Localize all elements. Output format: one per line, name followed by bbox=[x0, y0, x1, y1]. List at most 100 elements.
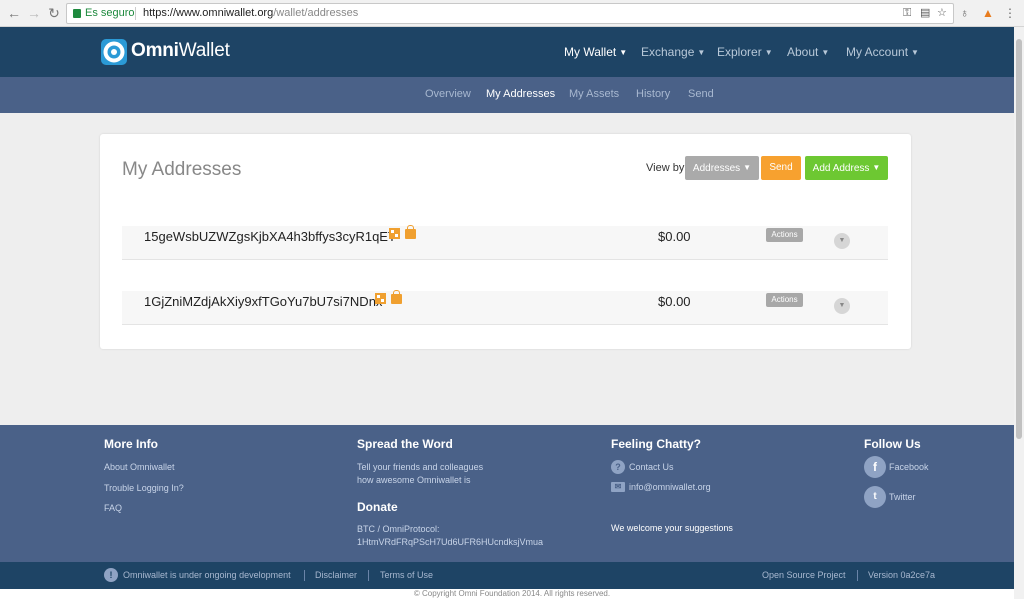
chevron-down-icon: ▼ bbox=[743, 163, 752, 172]
nav-exchange[interactable]: Exchange ▼ bbox=[641, 45, 705, 59]
chevron-down-icon: ▼ bbox=[911, 48, 919, 57]
add-address-button[interactable]: Add Address ▼ bbox=[805, 156, 888, 180]
expand-chevron-icon[interactable]: ▼ bbox=[834, 298, 850, 314]
footer-heading: Spread the Word bbox=[357, 437, 453, 451]
page-title: My Addresses bbox=[122, 159, 242, 180]
footer-heading: Follow Us bbox=[864, 437, 921, 451]
address-text: 1GjZniMZdjAkXiy9xfTGoYu7bU7si7NDnx bbox=[144, 294, 383, 309]
about-link[interactable]: About Omniwallet bbox=[104, 462, 175, 472]
footer-heading: Donate bbox=[357, 500, 398, 514]
address-balance: $0.00 bbox=[658, 229, 691, 244]
brand-name[interactable]: OmniWallet bbox=[131, 40, 230, 62]
sub-navbar: Overview My Addresses My Assets History … bbox=[0, 77, 1024, 113]
key-icon[interactable]: ⚿ bbox=[903, 4, 911, 23]
spread-text-line2[interactable]: how awesome Omniwallet is bbox=[357, 475, 471, 485]
secure-label: Es seguro bbox=[85, 7, 135, 19]
divider bbox=[304, 570, 305, 581]
suggestions-text: We welcome your suggestions bbox=[611, 523, 733, 533]
lock-icon[interactable] bbox=[391, 290, 402, 304]
address-balance: $0.00 bbox=[658, 294, 691, 309]
chevron-down-icon: ▼ bbox=[619, 48, 628, 57]
divider bbox=[857, 570, 858, 581]
address-bar[interactable]: Es seguro https://www.omniwallet.org/wal… bbox=[66, 3, 954, 24]
subnav-history[interactable]: History bbox=[636, 88, 670, 100]
metamask-icon[interactable]: ▲ bbox=[982, 5, 994, 21]
address-row: 1GjZniMZdjAkXiy9xfTGoYu7bU7si7NDnx $0.00… bbox=[122, 290, 888, 325]
top-navbar: OmniWallet My Wallet ▼ Exchange ▼ Explorer… bbox=[0, 27, 1024, 77]
donate-address-link[interactable]: 1HtmVRdFRqPScH7Ud6UFR6HUcndksjVmua bbox=[357, 537, 543, 547]
envelope-icon: ✉ bbox=[611, 482, 625, 492]
star-icon[interactable]: ☆ bbox=[937, 4, 947, 23]
brand-name-rest: Wallet bbox=[178, 40, 230, 61]
send-button[interactable]: Send bbox=[761, 156, 801, 180]
nav-label: Explorer bbox=[717, 45, 762, 59]
footer-chatty: Feeling Chatty? bbox=[611, 437, 701, 451]
nav-my-wallet[interactable]: My Wallet ▼ bbox=[564, 45, 627, 59]
facebook-icon[interactable]: f bbox=[864, 456, 886, 478]
nav-label: Exchange bbox=[641, 45, 695, 59]
twitter-link[interactable]: Twitter bbox=[889, 492, 916, 502]
address-row: 15geWsbUZWZgsKjbXA4h3bffys3cyR1qET $0.00… bbox=[122, 225, 888, 260]
footer-follow: Follow Us bbox=[864, 437, 921, 451]
twitter-icon[interactable]: t bbox=[864, 486, 886, 508]
url-path: /wallet/addresses bbox=[273, 7, 359, 19]
donate-label: BTC / OmniProtocol: bbox=[357, 524, 440, 534]
actions-button[interactable]: Actions bbox=[766, 293, 803, 307]
actions-button[interactable]: Actions bbox=[766, 228, 803, 242]
page-scrollbar[interactable] bbox=[1014, 27, 1024, 599]
nav-label: My Wallet bbox=[564, 45, 617, 59]
chevron-down-icon: ▼ bbox=[764, 48, 773, 57]
forward-icon[interactable]: → bbox=[26, 5, 42, 21]
nav-about[interactable]: About ▼ bbox=[787, 45, 829, 59]
terms-link[interactable]: Terms of Use bbox=[380, 570, 433, 580]
translate-icon[interactable]: ▤ bbox=[920, 4, 930, 23]
lock-icon bbox=[73, 9, 81, 18]
qr-code-icon[interactable] bbox=[389, 228, 400, 239]
chevron-down-icon: ▼ bbox=[872, 163, 881, 172]
view-by-dropdown[interactable]: Addresses ▼ bbox=[685, 156, 759, 180]
footer-donate: Donate bbox=[357, 500, 398, 514]
nav-explorer[interactable]: Explorer ▼ bbox=[717, 45, 773, 59]
subnav-my-addresses[interactable]: My Addresses bbox=[486, 88, 555, 100]
subnav-my-assets[interactable]: My Assets bbox=[569, 88, 619, 100]
faq-link[interactable]: FAQ bbox=[104, 503, 122, 513]
brand-name-bold: Omni bbox=[131, 40, 179, 61]
footer-heading: Feeling Chatty? bbox=[611, 437, 702, 451]
address-text: 15geWsbUZWZgsKjbXA4h3bffys3cyR1qET bbox=[144, 229, 396, 244]
disclaimer-link[interactable]: Disclaimer bbox=[315, 570, 357, 580]
lock-icon[interactable] bbox=[405, 225, 416, 239]
extension-icon[interactable]: ♁ bbox=[960, 5, 969, 21]
contact-us-link[interactable]: Contact Us bbox=[629, 462, 674, 472]
expand-chevron-icon[interactable]: ▼ bbox=[834, 233, 850, 249]
subnav-send[interactable]: Send bbox=[688, 88, 714, 100]
nav-my-account[interactable]: My Account ▼ bbox=[846, 45, 919, 59]
question-icon: ? bbox=[611, 460, 625, 474]
subnav-overview[interactable]: Overview bbox=[425, 88, 471, 100]
open-source-link[interactable]: Open Source Project bbox=[762, 570, 846, 580]
omniwallet-logo-icon[interactable] bbox=[100, 38, 128, 66]
copyright-text: © Copyright Omni Foundation 2014. All ri… bbox=[0, 589, 1024, 599]
spread-text-line1[interactable]: Tell your friends and colleagues bbox=[357, 462, 483, 472]
footer-heading: More Info bbox=[104, 437, 158, 451]
footer-spread: Spread the Word bbox=[357, 437, 453, 451]
reload-icon[interactable]: ↻ bbox=[46, 5, 62, 21]
view-by-label: View by bbox=[646, 162, 685, 174]
email-link[interactable]: info@omniwallet.org bbox=[629, 482, 711, 492]
scrollbar-thumb[interactable] bbox=[1016, 39, 1022, 439]
bottom-bar: ! Omniwallet is under ongoing developmen… bbox=[0, 562, 1024, 589]
version-link[interactable]: Version 0a2ce7a bbox=[868, 570, 935, 580]
trouble-logging-link[interactable]: Trouble Logging In? bbox=[104, 483, 184, 493]
facebook-link[interactable]: Facebook bbox=[889, 462, 929, 472]
footer: More Info About Omniwallet Trouble Loggi… bbox=[0, 425, 1024, 562]
divider bbox=[368, 570, 369, 581]
nav-label: About bbox=[787, 45, 819, 59]
url-host: https://www.omniwallet.org bbox=[143, 7, 274, 19]
menu-dots-icon[interactable]: ⋮ bbox=[1004, 5, 1016, 21]
back-icon[interactable]: ← bbox=[6, 5, 22, 21]
chevron-down-icon: ▼ bbox=[697, 48, 706, 57]
addresses-panel: My Addresses View by Addresses ▼ Send Add… bbox=[100, 134, 911, 349]
qr-code-icon[interactable] bbox=[375, 293, 386, 304]
chevron-down-icon: ▼ bbox=[821, 48, 830, 57]
add-address-label: Add Address bbox=[812, 163, 870, 174]
view-by-value: Addresses bbox=[692, 163, 741, 174]
